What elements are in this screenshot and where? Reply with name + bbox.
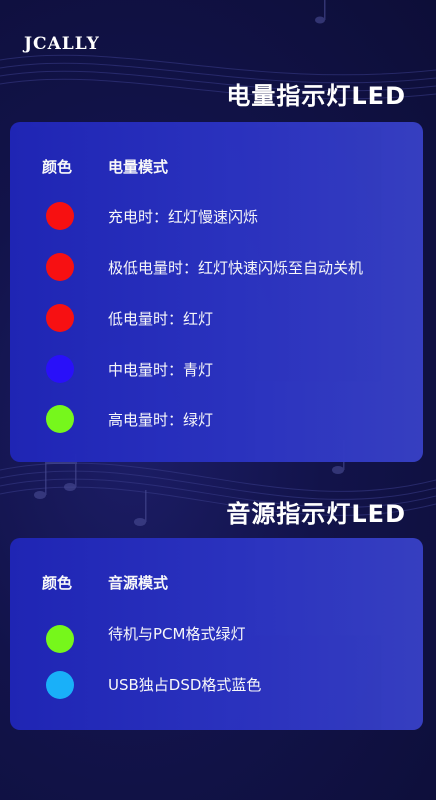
brand-logo: JCALLY (24, 34, 100, 54)
red-indicator-dot (46, 202, 74, 230)
source-section-title: 音源指示灯LED (226, 500, 406, 528)
battery-section-title: 电量指示灯LED (226, 82, 406, 110)
battery-mode-critical: 极低电量时：红灯快速闪烁至自动关机 (108, 259, 364, 277)
battery-mode-medium: 中电量时：青灯 (108, 361, 214, 379)
source-mode-header: 音源模式 (108, 574, 169, 592)
source-mode-dsd: USB独占DSD格式蓝色 (108, 676, 262, 694)
battery-mode-header: 电量模式 (108, 158, 169, 176)
source-mode-pcm: 待机与PCM格式绿灯 (108, 625, 246, 643)
battery-mode-high: 高电量时：绿灯 (108, 411, 214, 429)
battery-mode-charging: 充电时：红灯慢速闪烁 (108, 208, 259, 226)
blue-indicator-dot (46, 355, 74, 383)
battery-color-header: 颜色 (42, 158, 73, 176)
source-color-header: 颜色 (42, 574, 73, 592)
cyan-indicator-dot (46, 671, 74, 699)
green-indicator-dot (46, 405, 74, 433)
red-indicator-dot (46, 304, 74, 332)
red-indicator-dot (46, 253, 74, 281)
battery-mode-card: 颜色 电量模式 充电时：红灯慢速闪烁 极低电量时：红灯快速闪烁至自动关机 低电量… (10, 122, 423, 462)
source-mode-card: 颜色 音源模式 待机与PCM格式绿灯 USB独占DSD格式蓝色 (10, 538, 423, 730)
green-indicator-dot (46, 625, 74, 653)
battery-mode-low: 低电量时：红灯 (108, 310, 214, 328)
